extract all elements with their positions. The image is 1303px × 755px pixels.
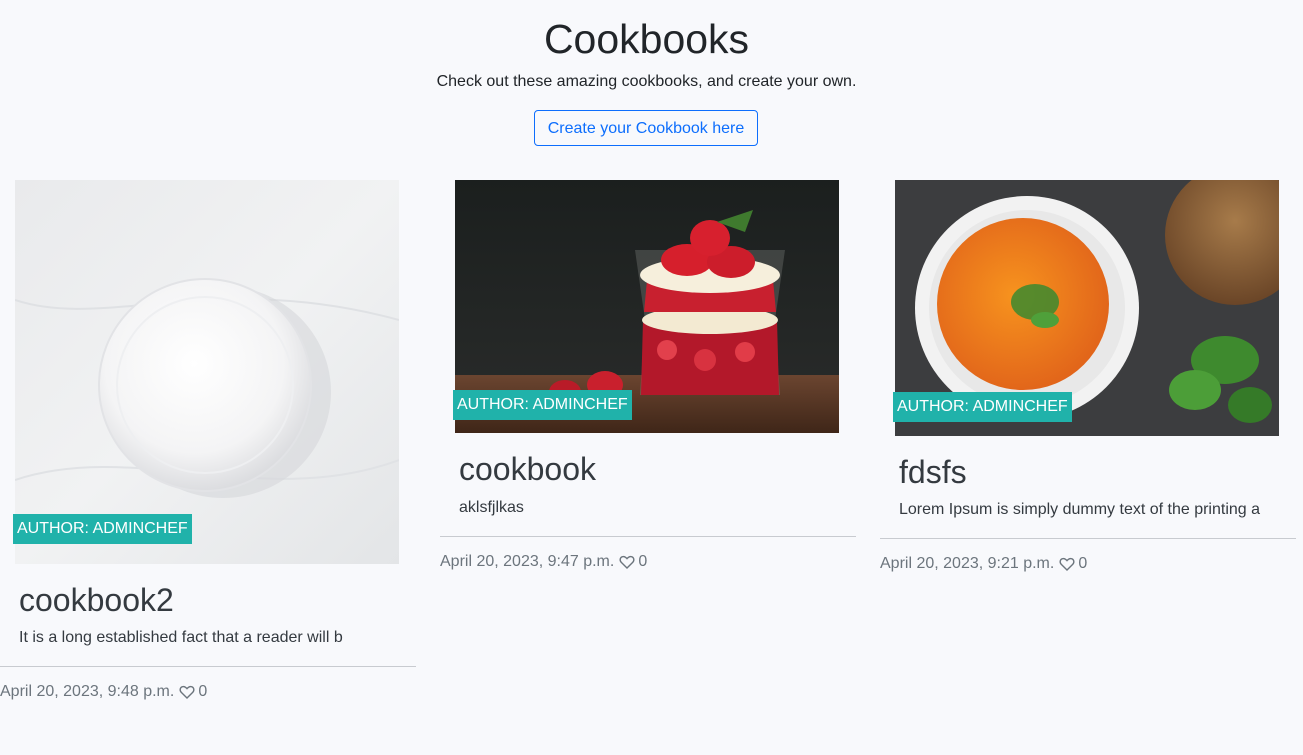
- card-date: April 20, 2023, 9:48 p.m.: [0, 683, 175, 700]
- cookbook-card[interactable]: AUTHOR: ADMINCHEF fdsfs Lorem Ipsum is s…: [880, 180, 1296, 580]
- like-count: 0: [638, 553, 648, 570]
- white-bowl-image[interactable]: [15, 180, 399, 564]
- create-cookbook-button[interactable]: Create your Cookbook here: [534, 110, 758, 146]
- cookbook-card[interactable]: AUTHOR: ADMINCHEF cookbook aklsfjlkas Ap…: [440, 180, 856, 580]
- heart-icon[interactable]: [619, 554, 635, 570]
- card-divider: [0, 666, 416, 667]
- like-count: 0: [198, 683, 208, 700]
- card-title[interactable]: cookbook2: [19, 581, 174, 619]
- card-footer: April 20, 2023, 9:21 p.m. 0: [880, 554, 1087, 574]
- page-title: Cookbooks: [543, 16, 750, 62]
- card-divider: [440, 536, 856, 537]
- author-badge: AUTHOR: ADMINCHEF: [893, 392, 1072, 422]
- author-badge: AUTHOR: ADMINCHEF: [453, 390, 632, 420]
- heart-icon[interactable]: [1059, 556, 1075, 572]
- card-description: Lorem Ipsum is simply dummy text of the …: [899, 501, 1261, 518]
- like-count: 0: [1078, 555, 1088, 572]
- white-bowl-image-graphic: [15, 180, 399, 564]
- card-date: April 20, 2023, 9:47 p.m.: [440, 553, 615, 570]
- heart-icon[interactable]: [179, 684, 195, 700]
- card-divider: [880, 538, 1296, 539]
- page-subtitle: Check out these amazing cookbooks, and c…: [436, 73, 857, 90]
- card-title[interactable]: cookbook: [459, 450, 596, 488]
- card-date: April 20, 2023, 9:21 p.m.: [880, 555, 1055, 572]
- author-badge: AUTHOR: ADMINCHEF: [13, 514, 192, 544]
- card-footer: April 20, 2023, 9:48 p.m. 0: [0, 682, 207, 702]
- card-title[interactable]: fdsfs: [899, 453, 967, 491]
- card-description: It is a long established fact that a rea…: [19, 629, 343, 646]
- cookbook-card[interactable]: AUTHOR: ADMINCHEF cookbook2 It is a long…: [0, 180, 416, 710]
- card-description: aklsfjlkas: [459, 499, 524, 516]
- card-footer: April 20, 2023, 9:47 p.m. 0: [440, 552, 647, 572]
